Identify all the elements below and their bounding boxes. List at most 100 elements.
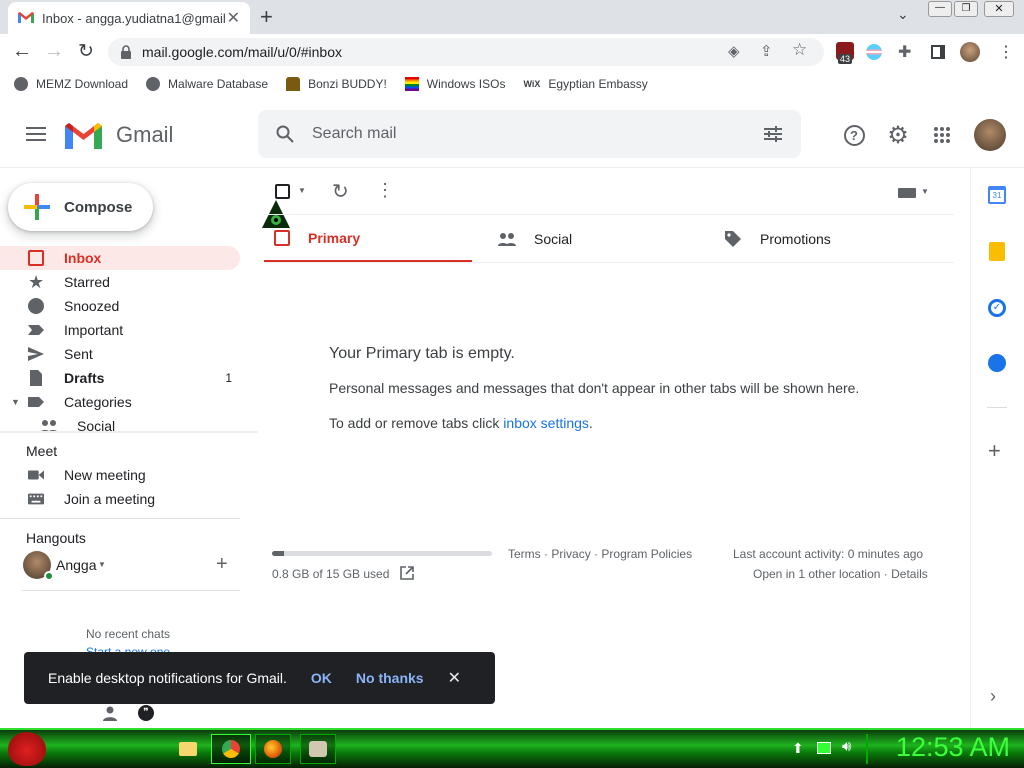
forward-icon[interactable]: →	[44, 40, 64, 63]
new-tab-icon[interactable]: +	[260, 4, 273, 30]
side-panel: 31 ✓ + ›	[970, 168, 1024, 728]
close-window-icon[interactable]: ✕	[984, 1, 1014, 17]
sidebar-item-inbox[interactable]: Inbox	[0, 246, 240, 270]
select-dropdown-icon[interactable]: ▼	[298, 186, 306, 195]
keep-icon[interactable]	[989, 242, 1005, 261]
account-avatar[interactable]	[974, 119, 1006, 151]
no-recent-chats-text: No recent chats	[86, 627, 171, 641]
calendar-icon[interactable]: 31	[988, 186, 1006, 204]
details-link[interactable]: Details	[891, 567, 928, 581]
taskbar-chrome-button[interactable]	[211, 734, 251, 764]
sidebar-item-snoozed[interactable]: Snoozed	[0, 294, 240, 318]
hangouts-chat-icon[interactable]: ❞	[138, 705, 154, 721]
taskbar-explorer-button[interactable]	[170, 734, 206, 764]
get-addons-plus-icon[interactable]: +	[988, 438, 1001, 464]
open-storage-icon[interactable]	[400, 566, 414, 580]
contacts-person-icon[interactable]	[102, 705, 118, 721]
os-taskbar: ⬆ 🔊︎ 12:53 AM	[0, 728, 1024, 768]
tab-close-icon[interactable]: ✕	[227, 8, 240, 28]
search-input[interactable]: Search mail	[312, 125, 396, 143]
privacy-link[interactable]: Privacy	[551, 547, 590, 561]
terms-link[interactable]: Terms	[508, 547, 541, 561]
join-meeting-button[interactable]: Join a meeting	[0, 487, 240, 511]
tasks-icon[interactable]: ✓	[988, 299, 1006, 317]
pride-extension-icon[interactable]	[866, 44, 882, 60]
refresh-icon[interactable]: ↻	[332, 179, 349, 204]
sidebar-item-label: Inbox	[64, 250, 102, 266]
tab-social[interactable]: Social	[498, 215, 706, 263]
tray-display-icon[interactable]	[817, 742, 831, 754]
extensions-puzzle-icon[interactable]: ✚	[898, 42, 911, 62]
tab-primary[interactable]: Primary	[264, 215, 472, 263]
maximize-window-icon[interactable]: ❐	[954, 1, 978, 17]
draft-icon	[30, 370, 42, 386]
tray-volume-icon[interactable]: 🔊︎	[842, 738, 851, 755]
sidebar-item-categories[interactable]: ▼ Categories	[0, 390, 240, 414]
sidebar-item-important[interactable]: Important	[0, 318, 240, 342]
taskbar-app-button[interactable]	[300, 734, 336, 764]
share-icon[interactable]: ⇪	[760, 42, 773, 60]
start-button-angry-bird-icon[interactable]	[8, 732, 46, 766]
minimize-window-icon[interactable]: —	[928, 1, 952, 17]
taskbar-firefox-button[interactable]	[255, 734, 291, 764]
sidebar-item-social[interactable]: Social	[0, 414, 240, 438]
sidebar-item-drafts[interactable]: Drafts 1	[0, 366, 240, 390]
sidebar-item-label: Drafts	[64, 370, 105, 386]
tab-search-icon[interactable]: ⌄	[897, 6, 909, 23]
contacts-icon[interactable]	[988, 354, 1006, 372]
gmail-logo-icon[interactable]	[65, 122, 102, 149]
reload-icon[interactable]: ↻	[78, 40, 94, 63]
search-options-icon[interactable]	[764, 125, 782, 143]
input-tools-dropdown-icon[interactable]: ▼	[921, 187, 929, 196]
main-menu-icon[interactable]	[26, 127, 46, 141]
notification-snackbar: Enable desktop notifications for Gmail. …	[24, 652, 495, 704]
search-bar[interactable]: Search mail	[258, 110, 801, 158]
select-all-checkbox[interactable]	[275, 184, 290, 199]
tray-network-icon[interactable]: ⬆	[792, 740, 804, 757]
browser-tab[interactable]: Inbox - angga.yudiatna1@gmail. ✕	[8, 2, 250, 34]
sidebar-item-label: Snoozed	[64, 298, 120, 314]
bookmark-item[interactable]: Windows ISOs	[404, 77, 505, 91]
expand-arrow-icon[interactable]: ▼	[11, 397, 20, 407]
input-tools-icon[interactable]	[898, 188, 916, 198]
program-policies-link[interactable]: Program Policies	[601, 547, 692, 561]
more-options-icon[interactable]: ⋮	[376, 180, 394, 201]
new-meeting-button[interactable]: New meeting	[0, 463, 240, 487]
install-app-icon[interactable]: ◈	[728, 42, 740, 60]
sidebar-divider	[22, 590, 240, 591]
taskbar-clock[interactable]: 12:53 AM	[896, 732, 1010, 763]
chrome-icon	[222, 740, 240, 758]
bookmark-item[interactable]: MEMZ Download	[14, 77, 128, 91]
address-bar[interactable]: mail.google.com/mail/u/0/#inbox ◈ ⇪ ☆	[108, 38, 824, 66]
bookmark-item[interactable]: Bonzi BUDDY!	[286, 77, 387, 91]
gmail-wordmark: Gmail	[116, 122, 174, 147]
sidebar-item-starred[interactable]: ★ Starred	[0, 270, 240, 294]
help-icon[interactable]: ?	[834, 115, 874, 155]
new-conversation-plus-icon[interactable]: +	[216, 553, 228, 576]
back-icon[interactable]: ←	[12, 40, 32, 63]
profile-avatar-icon[interactable]	[960, 42, 980, 62]
settings-gear-icon[interactable]: ⚙	[878, 115, 918, 155]
sidebar-item-sent[interactable]: Sent	[0, 342, 240, 366]
other-location-text: Open in 1 other location	[753, 567, 881, 581]
side-panel-icon[interactable]	[931, 45, 945, 59]
snackbar-no-thanks-button[interactable]: No thanks	[356, 670, 424, 686]
tab-promotions[interactable]: Promotions	[724, 215, 932, 263]
search-icon[interactable]	[276, 125, 294, 143]
bookmark-star-icon[interactable]: ☆	[792, 40, 807, 60]
browser-menu-icon[interactable]: ⋮	[998, 42, 1014, 62]
show-side-panel-chevron-icon[interactable]: ›	[990, 686, 996, 707]
bookmark-item[interactable]: WiX Egyptian Embassy	[523, 77, 647, 91]
hangouts-user-name[interactable]: Angga	[56, 557, 96, 573]
status-dropdown-icon[interactable]: ▼	[98, 560, 106, 569]
snackbar-close-icon[interactable]: ✕	[448, 668, 461, 688]
snackbar-ok-button[interactable]: OK	[311, 670, 332, 686]
bookmark-label: Bonzi BUDDY!	[308, 77, 387, 91]
bookmark-item[interactable]: Malware Database	[146, 77, 268, 91]
compose-button[interactable]: Compose	[8, 183, 153, 231]
sidebar-item-label: Important	[64, 322, 124, 338]
gmail-favicon-icon	[18, 12, 34, 23]
apps-grid-icon[interactable]	[922, 115, 962, 155]
inbox-settings-link[interactable]: inbox settings	[503, 415, 589, 431]
sidebar-divider	[0, 431, 258, 433]
